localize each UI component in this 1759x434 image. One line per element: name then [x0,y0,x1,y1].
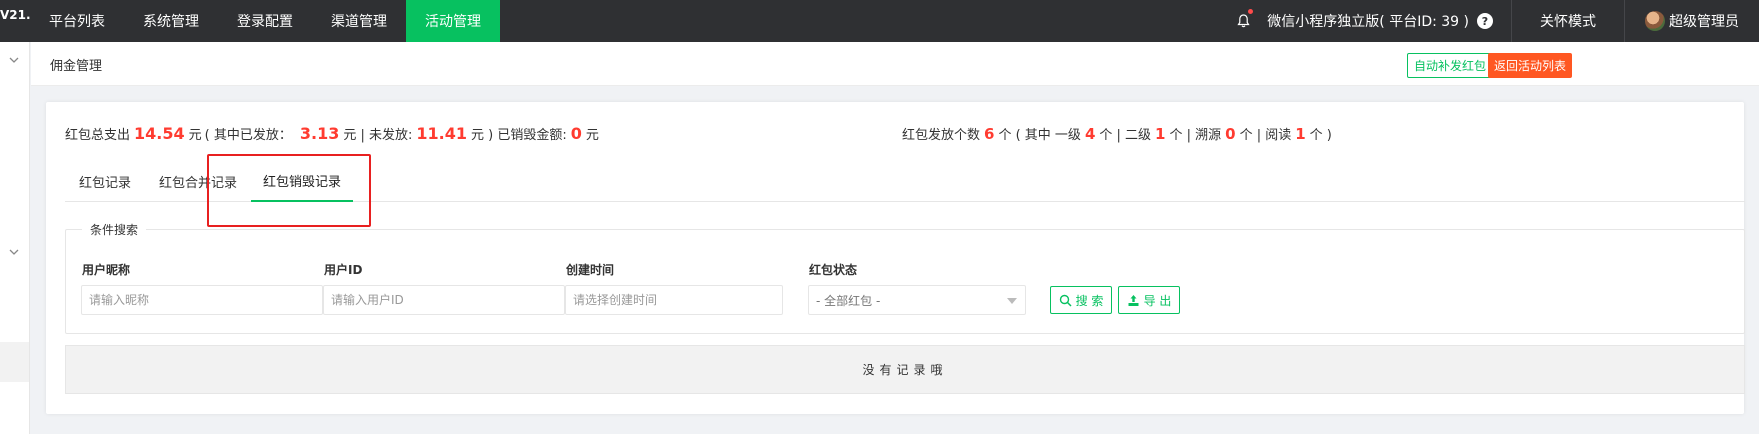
left-sidebar [0,42,30,434]
nav-login-config[interactable]: 登录配置 [218,0,312,42]
export-icon [1128,294,1139,306]
search-panel: 条件搜索 用户昵称 用户ID 创建时间 红包状态 - 全部红包 - 搜 索 导 … [65,221,1745,334]
care-mode-button[interactable]: 关怀模式 [1512,11,1624,31]
notification-dot [1248,9,1254,14]
page-header: 佣金管理 自动补发红包 返回活动列表 [31,42,1759,86]
avatar [1645,11,1665,31]
sent-label: ( 其中已发放： [204,128,292,143]
destroyed-amount: 0 [570,124,582,143]
search-button-label: 搜 索 [1075,293,1104,308]
brand-version: V21.1 [0,8,30,22]
userid-input[interactable] [323,285,565,315]
trace-value: 0 [1225,125,1236,143]
amount-stats: 红包总支出 14.54 元 ( 其中已发放： 3.13 元 | 未发放: 11.… [65,124,599,143]
tab-destroy-records[interactable]: 红包销毁记录 [251,160,354,202]
tab-redpacket-records[interactable]: 红包记录 [65,160,145,202]
unsent-amount: 11.41 [416,124,467,143]
platform-info: 微信小程序独立版( 平台ID: 39 ) [1267,14,1469,30]
status-label: 红包状态 [809,263,858,277]
level1-value: 4 [1084,125,1096,143]
sidebar-selected-item[interactable] [0,342,29,382]
count-value: 6 [984,125,995,143]
yuan-unit: 元 [188,128,202,143]
nav-activity-management[interactable]: 活动管理 [406,0,500,42]
empty-state: 没有记录哦 [65,345,1745,394]
read-label: 个 | 阅读 [1239,128,1292,143]
search-icon [1059,294,1072,307]
nav-system-management[interactable]: 系统管理 [124,0,218,42]
auto-reissue-button[interactable]: 自动补发红包 [1407,53,1494,78]
search-button[interactable]: 搜 索 [1050,286,1112,314]
export-button-label: 导 出 [1143,293,1172,308]
total-amount: 14.54 [134,124,185,143]
user-menu[interactable]: 超级管理员 [1625,11,1759,31]
level2-label: 个 | 二级 [1099,128,1152,143]
yuan-unit: 元 [585,128,599,143]
sent-amount: 3.13 [299,124,340,143]
trace-label: 个 | 溯源 [1169,128,1222,143]
end-label: 个 ) [1309,128,1332,143]
create-time-input[interactable] [565,285,783,315]
create-time-label: 创建时间 [566,263,615,277]
export-button[interactable]: 导 出 [1118,286,1180,314]
user-name: 超级管理员 [1669,14,1739,30]
destroyed-label: 元 ) 已销毁金额: [470,128,567,143]
count-label: 红包发放个数 [902,128,981,143]
read-value: 1 [1295,125,1306,143]
count-stats: 红包发放个数 6 个 ( 其中 一级 4 个 | 二级 1 个 | 溯源 0 个… [902,124,1332,143]
search-legend: 条件搜索 [82,221,147,238]
chevron-down-icon[interactable] [8,54,20,66]
top-navbar: V21.1 平台列表 系统管理 登录配置 渠道管理 活动管理 微信小程序独立版(… [0,0,1759,42]
unsent-label: 元 | 未发放: [343,128,413,143]
nickname-label: 用户昵称 [82,263,131,277]
level2-value: 1 [1155,125,1166,143]
record-tabs: 红包记录 红包合并记录 红包销毁记录 [65,160,1745,202]
main-card: 红包总支出 14.54 元 ( 其中已发放： 3.13 元 | 未发放: 11.… [46,102,1745,414]
level1-label: 个 ( 其中 一级 [998,128,1081,143]
nav-channel-management[interactable]: 渠道管理 [312,0,406,42]
notification-bell-icon[interactable] [1231,0,1255,42]
nav-platform-list[interactable]: 平台列表 [30,0,124,42]
page-title: 佣金管理 [50,59,103,74]
status-select[interactable]: - 全部红包 - [808,285,1026,315]
dropdown-caret-icon [1007,298,1017,304]
chevron-down-icon[interactable] [8,246,20,258]
nickname-input[interactable] [81,285,323,315]
total-label: 红包总支出 [65,128,131,143]
top-right-area: 微信小程序独立版( 平台ID: 39 ) ? 关怀模式 超级管理员 [1231,0,1759,42]
status-select-value: - 全部红包 - [816,293,881,308]
help-icon[interactable]: ? [1477,13,1493,29]
userid-label: 用户ID [324,263,363,277]
back-to-activity-list-button[interactable]: 返回活动列表 [1488,53,1573,78]
tab-merge-records[interactable]: 红包合并记录 [145,160,251,202]
